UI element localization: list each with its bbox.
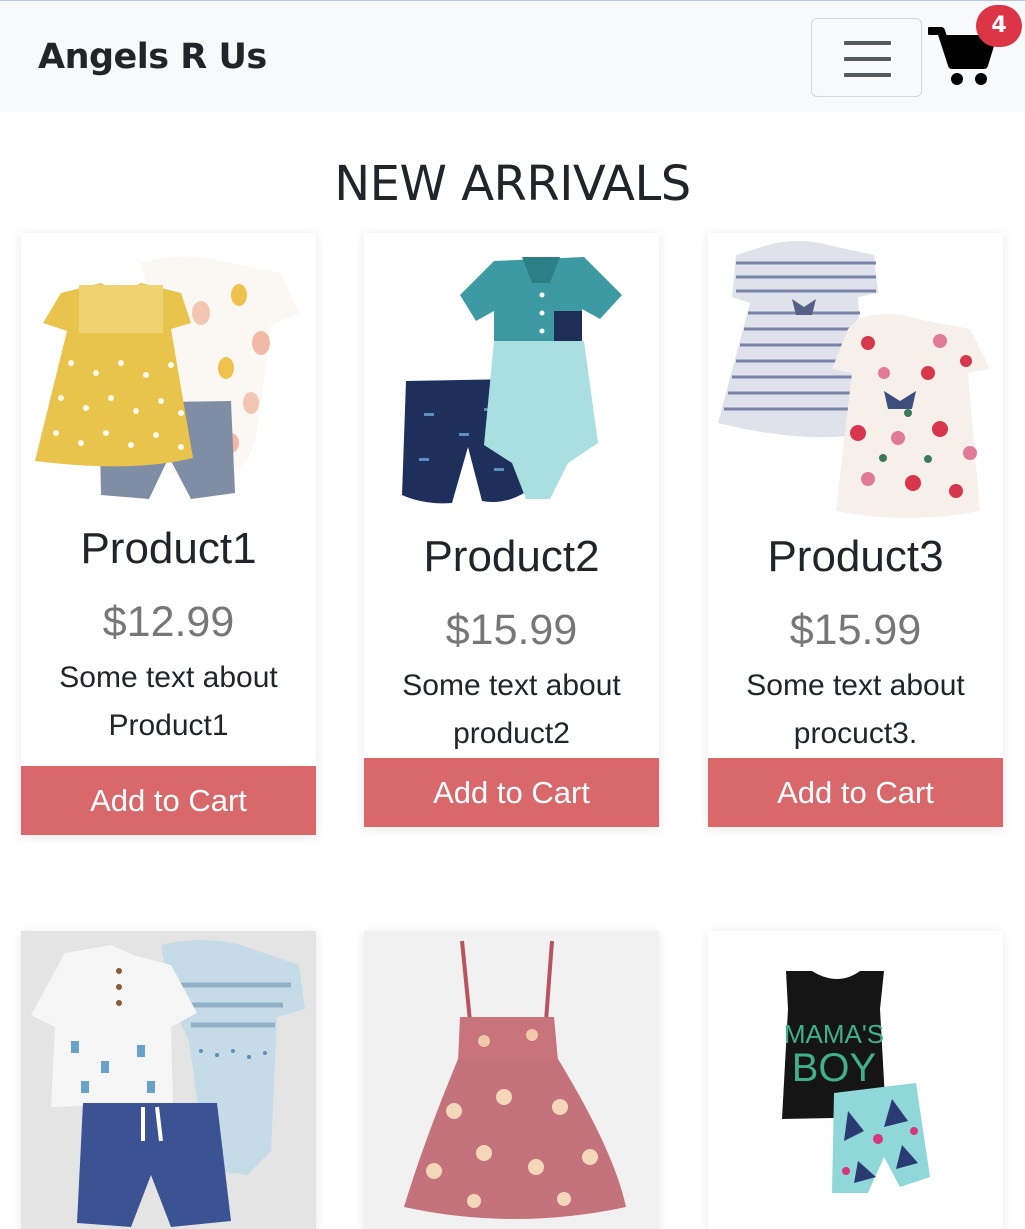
product-image[interactable]	[364, 233, 659, 518]
brand-logo[interactable]: Angels R Us	[38, 37, 267, 77]
product-card: Product3 $15.99 Some text about procuct3…	[708, 233, 1003, 827]
add-to-cart-button[interactable]: Add to Cart	[708, 758, 1003, 827]
add-to-cart-button[interactable]: Add to Cart	[21, 766, 316, 835]
product-card	[21, 931, 316, 1229]
product-name: Product2	[423, 532, 600, 581]
cart-count-badge: 4	[976, 5, 1022, 47]
product-card: Product1 $12.99 Some text about Product1…	[21, 233, 316, 835]
product-image[interactable]	[364, 931, 659, 1229]
product-description: Some text about	[402, 669, 621, 702]
product-description: product2	[453, 717, 570, 750]
product-price: $12.99	[102, 598, 235, 646]
product-image[interactable]	[708, 233, 1003, 518]
product-name: Product1	[80, 524, 257, 573]
product-price: $15.99	[789, 606, 922, 654]
product-description: Some text about	[59, 661, 278, 694]
navbar: Angels R Us 4	[0, 0, 1025, 112]
menu-toggle-button[interactable]	[811, 18, 922, 97]
product-image[interactable]	[21, 233, 316, 518]
product-card	[364, 931, 659, 1229]
product-image[interactable]	[21, 931, 316, 1229]
product-card: Product2 $15.99 Some text about product2…	[364, 233, 659, 827]
product-name: Product3	[767, 532, 944, 581]
hamburger-icon	[844, 41, 891, 45]
product-description: procuct3.	[793, 717, 918, 750]
shirt-print-text: MAMA'S	[784, 1019, 884, 1049]
hamburger-icon-line	[844, 57, 891, 61]
product-image[interactable]: MAMA'S BOY	[708, 931, 1003, 1229]
shirt-print-text: BOY	[792, 1046, 876, 1090]
section-title: NEW ARRIVALS	[334, 156, 691, 212]
product-description: Product1	[108, 709, 229, 742]
product-description: Some text about	[746, 669, 965, 702]
product-card: MAMA'S BOY	[708, 931, 1003, 1229]
product-price: $15.99	[445, 606, 578, 654]
add-to-cart-button[interactable]: Add to Cart	[364, 758, 659, 827]
hamburger-icon-line	[844, 73, 891, 77]
